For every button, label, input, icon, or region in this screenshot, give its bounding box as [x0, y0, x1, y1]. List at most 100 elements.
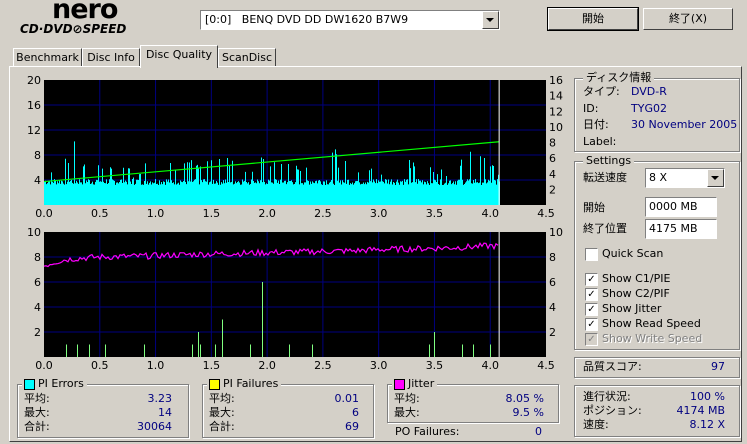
x-tick-label: 4.0 [481, 359, 499, 372]
pi-errors-max-label: 最大: [24, 406, 50, 419]
pi-errors-title: PI Errors [38, 377, 84, 390]
disc-type-value: DVD-R [631, 85, 667, 98]
pi-errors-total-value: 30064 [137, 420, 172, 433]
disc-info-title: ディスク情報 [583, 71, 655, 85]
pi-failures-total-label: 合計: [209, 420, 235, 433]
pi-failures-max-label: 最大: [209, 406, 235, 419]
x-tick-label: 2.0 [258, 359, 276, 372]
tab-benchmark-label: Benchmark [16, 51, 79, 64]
start-button-label: 開始 [582, 12, 604, 25]
show-write-speed-checkbox: ✓ [585, 333, 598, 346]
quality-score-label: 品質スコア: [583, 360, 642, 373]
x-tick-label: 2.0 [258, 207, 276, 220]
pi-errors-avg-label: 平均: [24, 392, 50, 405]
quality-score-group: 品質スコア: 97 [574, 357, 740, 378]
x-tick-label: 2.5 [314, 207, 332, 220]
drive-select-value: [0:0] BENQ DVD DD DW1620 B7W9 [205, 13, 409, 26]
y-tick-label: 10 [27, 226, 41, 239]
y-tick-label: 4 [34, 301, 41, 314]
y2-tick-label: 6 [549, 276, 556, 289]
start-position-input[interactable]: 0000 MB [645, 197, 717, 217]
jitter-title: Jitter [408, 377, 435, 390]
nero-logo: nero CD·DVD⊘SPEED [18, 0, 188, 40]
y-tick-label: 16 [27, 99, 41, 112]
pi-failures-legend: PI Failures [207, 377, 282, 391]
show-read-speed-label[interactable]: Show Read Speed [602, 317, 701, 331]
y2-tick-label: 4 [549, 301, 556, 314]
end-position-value: 4175 MB [649, 222, 698, 235]
disc-id-value: TYG02 [631, 102, 667, 115]
tab-disc-quality-label: Disc Quality [145, 48, 213, 61]
y2-tick-label: 12 [549, 105, 563, 118]
progress-group: 進行状況: 100 % ポジション: 4174 MB 速度: 8.12 X [574, 385, 740, 437]
show-read-speed-checkbox[interactable]: ✓ [585, 318, 598, 331]
tab-scandisc-label: ScanDisc [221, 51, 273, 64]
y2-tick-label: 8 [549, 251, 556, 264]
pi-failures-avg-value: 0.01 [334, 392, 360, 405]
jitter-swatch [394, 379, 405, 390]
pi-failures-title: PI Failures [223, 377, 279, 390]
drive-dropdown-button[interactable] [482, 11, 499, 29]
progress-speed-value: 8.12 X [689, 418, 725, 431]
start-button[interactable]: 開始 [547, 7, 639, 31]
x-tick-label: 0.0 [35, 359, 53, 372]
y2-tick-label: 6 [549, 152, 556, 165]
jitter-avg-value: 8.05 % [505, 392, 544, 405]
y2-tick-label: 2 [549, 183, 556, 196]
pi-failures-chart: 0.0 0.5 1.0 1.5 2.0 2.5 3.0 3.5 4.0 4.5 2 4 6 8 10 2 4 6 8… [27, 226, 563, 372]
y2-tick-label: 8 [549, 137, 556, 150]
chevron-down-icon [486, 18, 494, 22]
disc-date-value: 30 November 2005 [631, 118, 738, 131]
po-failures-value: 0 [535, 425, 542, 438]
pi-failures-avg-label: 平均: [209, 392, 235, 405]
x-tick-label: 3.0 [370, 207, 388, 220]
show-pie-label[interactable]: Show C1/PIE [602, 272, 670, 286]
tab-benchmark[interactable]: Benchmark [13, 48, 82, 67]
logo-product: CD·DVD⊘SPEED [20, 22, 127, 36]
show-jitter-checkbox[interactable]: ✓ [585, 303, 598, 316]
disc-date-label: 日付: [583, 118, 609, 131]
jitter-avg-label: 平均: [394, 392, 420, 405]
progress-speed-label: 速度: [583, 418, 609, 431]
y2-tick-label: 4 [549, 168, 556, 181]
y-tick-label: 2 [34, 326, 41, 339]
x-tick-label: 3.5 [426, 207, 444, 220]
pi-failures-swatch [209, 379, 220, 390]
drive-select[interactable]: [0:0] BENQ DVD DD DW1620 B7W9 [200, 10, 500, 30]
start-position-value: 0000 MB [649, 200, 698, 213]
quick-scan-label[interactable]: Quick Scan [602, 247, 663, 261]
x-tick-label: 1.5 [203, 207, 221, 220]
show-pif-label[interactable]: Show C2/PIF [602, 287, 670, 301]
quick-scan-checkbox[interactable] [585, 248, 598, 261]
show-jitter-label[interactable]: Show Jitter [602, 302, 661, 316]
tab-scandisc[interactable]: ScanDisc [218, 48, 276, 67]
pi-errors-total-label: 合計: [24, 420, 50, 433]
jitter-max-value: 9.5 % [512, 406, 544, 419]
po-failures-label: PO Failures: [395, 425, 460, 438]
x-tick-label: 0.0 [35, 207, 53, 220]
speed-select-value: 8 X [649, 171, 668, 184]
speed-select[interactable]: 8 X [645, 168, 725, 188]
y-tick-label: 20 [27, 74, 41, 87]
y2-tick-label: 2 [549, 326, 556, 339]
disc-label-label: Label: [583, 135, 617, 148]
show-pif-checkbox[interactable]: ✓ [585, 288, 598, 301]
tab-disc-quality[interactable]: Disc Quality [140, 45, 218, 68]
y2-tick-label: 10 [549, 226, 563, 239]
end-position-input[interactable]: 4175 MB [645, 219, 717, 239]
pi-errors-avg-value: 3.23 [147, 392, 173, 405]
progress-position-label: ポジション: [583, 404, 642, 417]
disc-info-group: ディスク情報 タイプ: DVD-R ID: TYG02 日付: 30 Novem… [574, 71, 740, 152]
speed-dropdown-button[interactable] [707, 169, 724, 187]
x-tick-label: 4.5 [537, 207, 555, 220]
x-tick-label: 4.0 [481, 207, 499, 220]
exit-button[interactable]: 終了(X) [643, 8, 733, 30]
tab-disc-info[interactable]: Disc Info [82, 48, 140, 67]
pi-failures-group: PI Failures 平均: 0.01 最大: 6 合計: 69 [202, 377, 374, 438]
show-pie-checkbox[interactable]: ✓ [585, 273, 598, 286]
x-tick-label: 0.5 [91, 207, 109, 220]
pi-errors-legend: PI Errors [22, 377, 87, 391]
x-tick-label: 1.0 [147, 359, 165, 372]
y-tick-label: 8 [34, 251, 41, 264]
settings-title: Settings [583, 154, 635, 168]
